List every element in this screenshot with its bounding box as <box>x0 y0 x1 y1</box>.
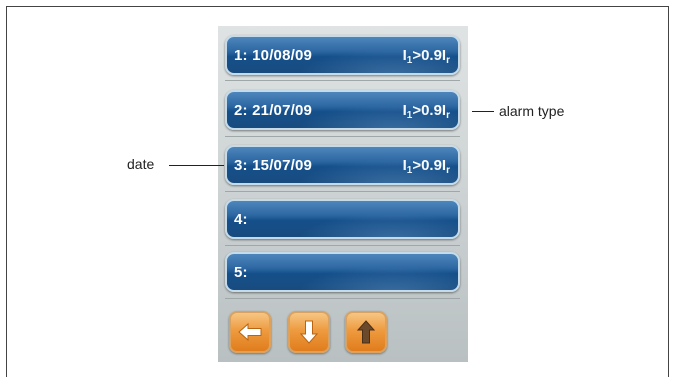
entry-date: 2: 21/07/09 <box>234 102 313 119</box>
divider <box>225 136 460 137</box>
divider <box>225 80 460 81</box>
entry-alarm-type: I1>0.9Ir <box>402 47 450 66</box>
arrow-up-icon <box>356 320 376 344</box>
alarm-entry-2[interactable]: 2: 21/07/09 I1>0.9Ir <box>225 90 460 130</box>
divider <box>225 298 460 299</box>
entry-date: 1: 10/08/09 <box>234 47 313 64</box>
alarm-entry-3[interactable]: 3: 15/07/09 I1>0.9Ir <box>225 145 460 185</box>
alarm-entry-1[interactable]: 1: 10/08/09 I1>0.9Ir <box>225 35 460 75</box>
date-callout-line <box>169 165 224 166</box>
arrow-left-icon <box>238 322 262 342</box>
alarm-type-callout-line <box>472 111 494 112</box>
arrow-down-icon <box>299 320 319 344</box>
alarm-entry-4[interactable]: 4: <box>225 199 460 239</box>
entry-date: 3: 15/07/09 <box>234 157 313 174</box>
divider <box>225 191 460 192</box>
alarm-history-screen: 1: 10/08/09 I1>0.9Ir 2: 21/07/09 I1>0.9I… <box>218 26 468 362</box>
entry-alarm-type: I1>0.9Ir <box>402 102 450 121</box>
scroll-up-button[interactable] <box>345 311 387 353</box>
entry-date: 4: <box>234 211 248 228</box>
date-callout: date <box>127 156 155 172</box>
back-button[interactable] <box>229 311 271 353</box>
alarm-entry-5[interactable]: 5: <box>225 252 460 292</box>
entry-alarm-type: I1>0.9Ir <box>402 157 450 176</box>
scroll-down-button[interactable] <box>288 311 330 353</box>
entry-date: 5: <box>234 264 248 281</box>
alarm-type-callout: alarm type <box>499 103 565 119</box>
divider <box>225 245 460 246</box>
